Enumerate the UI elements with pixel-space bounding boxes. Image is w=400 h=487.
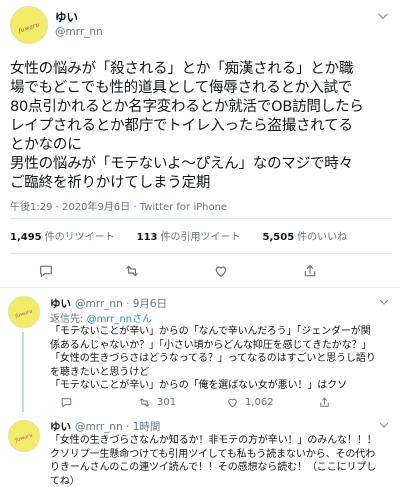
avatar-text: fuwaru xyxy=(17,21,41,35)
tweet-client-link[interactable]: Twitter for iPhone xyxy=(140,202,227,213)
like-count: 5,505 xyxy=(262,232,295,243)
share-icon xyxy=(320,397,329,407)
like-count: 1,062 xyxy=(245,397,274,408)
retweet-count-label: 件のリツイート xyxy=(44,232,115,243)
quote-count: 113 xyxy=(136,232,158,243)
quote-count-label: 件の引用ツイート xyxy=(160,232,241,243)
avatar-text: fuwaru xyxy=(14,308,34,321)
chevron-down-icon[interactable] xyxy=(376,9,390,23)
reply-icon[interactable] xyxy=(38,263,54,279)
share-button[interactable] xyxy=(318,396,331,409)
retweet-icon[interactable] xyxy=(124,263,140,279)
avatar[interactable]: fuwaru xyxy=(8,420,40,452)
author-handle[interactable]: @mrr_nn xyxy=(55,26,103,38)
tweet-time[interactable]: 午後1:29 · 2020年9月6日 · xyxy=(10,202,140,213)
reply-author[interactable]: ゆい @mrr_nn · 9月6日 xyxy=(50,296,167,311)
reply-to-link[interactable]: @mrr_nnさん xyxy=(87,314,152,325)
avatar[interactable]: fuwaru xyxy=(8,296,40,328)
avatar[interactable]: fuwaru xyxy=(10,6,48,44)
retweet-button[interactable]: 301 xyxy=(138,396,176,409)
tweet-stats: 1,495 件のリツイート 113 件の引用ツイート 5,505 件のいいね xyxy=(10,228,347,244)
reply-author[interactable]: ゆい @mrr_nn · 1時間 xyxy=(50,419,160,434)
retweet-count: 1,495 xyxy=(10,232,42,243)
avatar-text: fuwaru xyxy=(14,432,34,445)
divider xyxy=(0,287,400,288)
thread-line xyxy=(22,332,24,412)
chevron-down-icon[interactable] xyxy=(378,419,390,431)
quote-count-link[interactable]: 113 件の引用ツイート xyxy=(137,228,241,244)
reply-to: 返信先: @mrr_nnさん xyxy=(50,310,152,325)
reply-text: 「モテないことが辛い」からの「なんで辛いんだろう」「ジェンダーが関 係あるんじゃ… xyxy=(50,326,376,391)
like-count-label: 件のいいね xyxy=(297,232,348,243)
like-icon xyxy=(228,398,237,408)
divider xyxy=(10,218,392,219)
reply-to-prefix: 返信先: xyxy=(50,314,87,325)
reply-author-handle[interactable]: @mrr_nn · 9月6日 xyxy=(75,298,167,310)
share-icon[interactable] xyxy=(302,263,318,279)
reply-text: 「女性の生きづらさなんか知るか！非モテの方が辛い！」のみんな！！！ クソリプ一生… xyxy=(50,435,377,487)
retweet-icon xyxy=(139,398,150,407)
divider xyxy=(10,253,392,254)
retweet-count-link[interactable]: 1,495 件のリツイート xyxy=(10,228,115,244)
reply-author-name[interactable]: ゆい xyxy=(50,421,71,433)
tweet-text: 女性の悩みが「殺される」とか「痴漢される」とか職 場でもどこでも性的道具として侮… xyxy=(10,61,364,191)
reply-icon xyxy=(61,398,72,408)
reply-author-name[interactable]: ゆい xyxy=(50,298,71,310)
author-name[interactable]: ゆい xyxy=(55,9,78,25)
retweet-count: 301 xyxy=(157,397,177,408)
like-count-link[interactable]: 5,505 件のいいね xyxy=(263,228,348,244)
like-button[interactable]: 1,062 xyxy=(226,396,274,409)
tweet-timestamp[interactable]: 午後1:29 · 2020年9月6日 · Twitter for iPhone xyxy=(10,198,227,213)
like-icon[interactable] xyxy=(213,263,229,279)
chevron-down-icon[interactable] xyxy=(378,296,390,308)
reply-button[interactable] xyxy=(60,396,73,409)
reply-author-handle[interactable]: @mrr_nn · 1時間 xyxy=(75,421,160,433)
